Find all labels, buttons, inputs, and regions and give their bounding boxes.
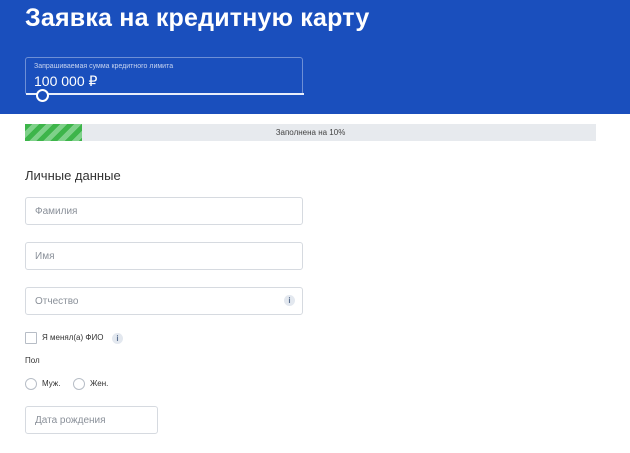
page-header: Заявка на кредитную карту Запрашиваемая …	[0, 0, 630, 114]
credit-limit-value: 100 000 ₽	[34, 73, 98, 89]
name-input[interactable]	[25, 242, 303, 270]
gender-male-label: Муж.	[42, 379, 61, 388]
section-title-personal-data: Личные данные	[25, 168, 121, 183]
patronymic-input[interactable]	[25, 287, 303, 315]
credit-limit-caption: Запрашиваемая сумма кредитного лимита	[34, 63, 174, 70]
form-progress-bar: Заполнена на 10%	[25, 124, 596, 141]
surname-input[interactable]	[25, 197, 303, 225]
credit-limit-slider-track[interactable]	[26, 93, 304, 95]
credit-limit-slider-handle[interactable]	[36, 89, 49, 102]
gender-label: Пол	[25, 356, 40, 365]
changed-name-label: Я менял(а) ФИО	[42, 333, 104, 342]
gender-male-radio[interactable]	[25, 378, 37, 390]
gender-female-radio[interactable]	[73, 378, 85, 390]
changed-name-info-icon[interactable]: i	[112, 333, 123, 344]
page-title: Заявка на кредитную карту	[25, 4, 370, 32]
credit-limit-field[interactable]: Запрашиваемая сумма кредитного лимита 10…	[25, 57, 304, 95]
gender-female-label: Жен.	[90, 379, 109, 388]
progress-label: Заполнена на 10%	[275, 128, 346, 137]
changed-name-checkbox[interactable]	[25, 332, 37, 344]
patronymic-info-icon[interactable]: i	[284, 295, 295, 306]
birthdate-input[interactable]	[25, 406, 158, 434]
